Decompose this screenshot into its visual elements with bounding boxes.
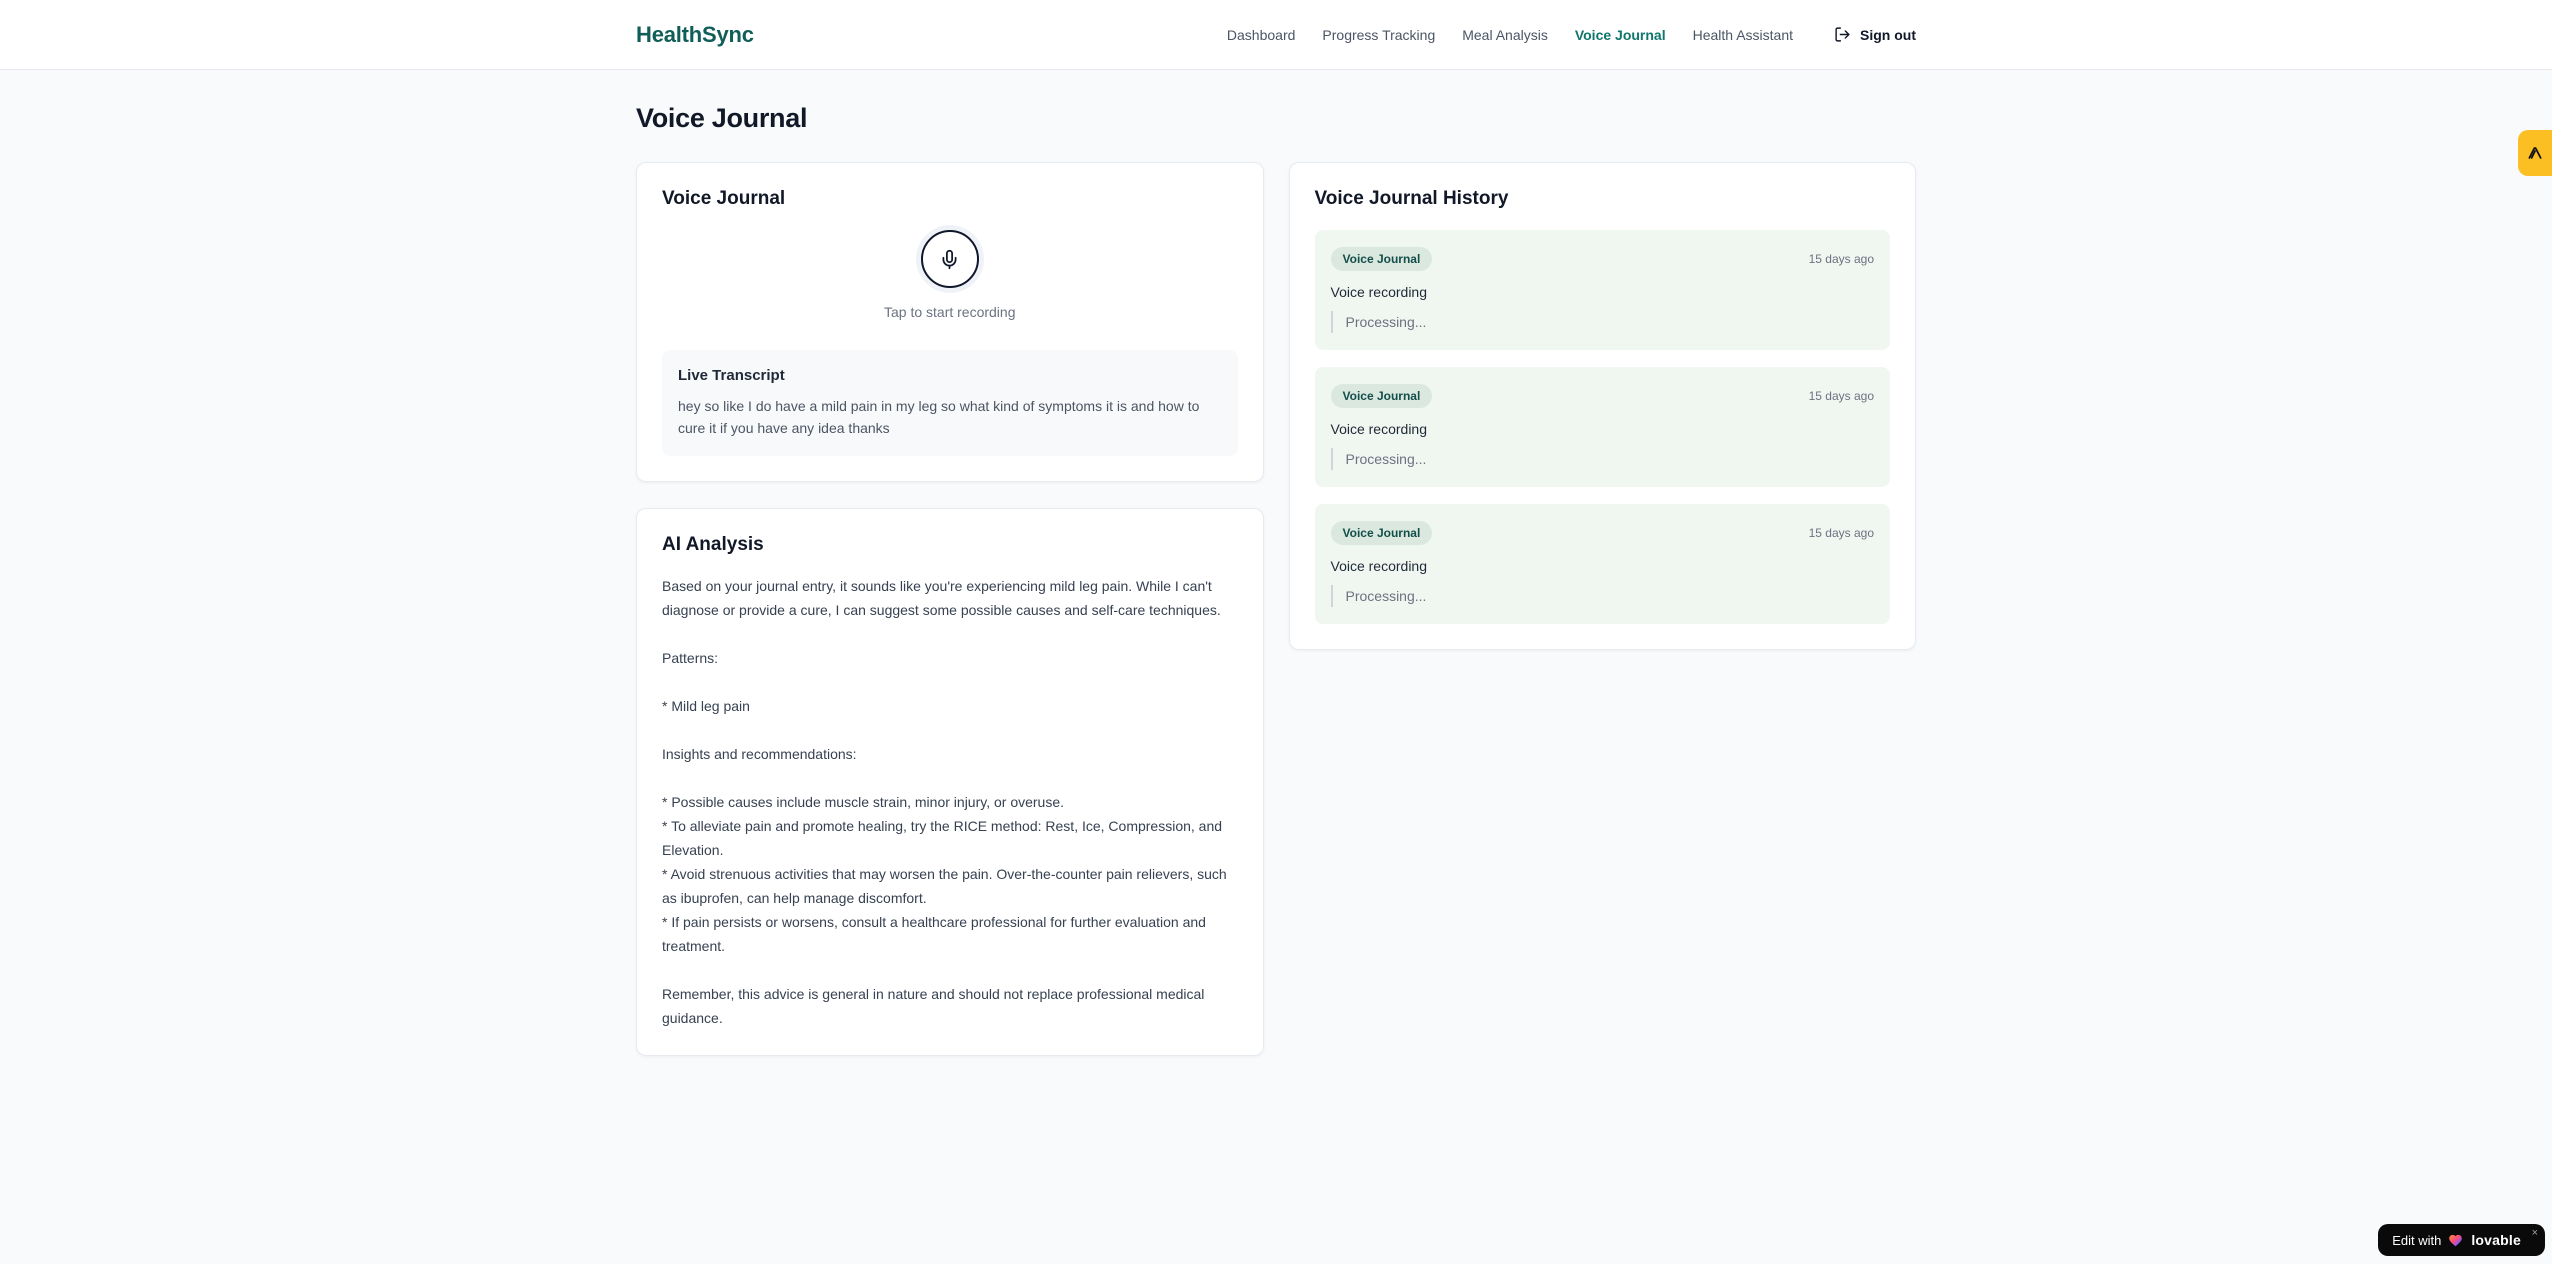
entry-status: Processing... xyxy=(1330,585,1875,607)
entry-type-badge: Voice Journal xyxy=(1330,384,1433,408)
entry-timestamp: 15 days ago xyxy=(1808,389,1874,403)
app-header: HealthSync Dashboard Progress Tracking M… xyxy=(0,0,2552,70)
left-column: Voice Journal Tap to start recording Liv… xyxy=(636,162,1264,1057)
entry-type-badge: Voice Journal xyxy=(1330,247,1433,271)
recorder-card-title: Voice Journal xyxy=(662,188,786,209)
entry-label: Voice recording xyxy=(1330,284,1428,300)
entry-header: Voice Journal 15 days ago xyxy=(1330,521,1874,545)
voice-recorder-card: Voice Journal Tap to start recording Liv… xyxy=(636,162,1264,483)
entry-status: Processing... xyxy=(1330,448,1875,470)
app-logo[interactable]: HealthSync xyxy=(636,22,754,48)
sign-out-label: Sign out xyxy=(1860,26,1916,43)
nav-item-progress-tracking[interactable]: Progress Tracking xyxy=(1322,27,1435,43)
nav-item-dashboard[interactable]: Dashboard xyxy=(1227,27,1296,43)
microphone-icon xyxy=(939,249,960,270)
record-hint: Tap to start recording xyxy=(883,304,1016,320)
nav-item-meal-analysis[interactable]: Meal Analysis xyxy=(1462,27,1548,43)
recording-area: Tap to start recording xyxy=(662,210,1238,326)
entry-header: Voice Journal 15 days ago xyxy=(1330,384,1874,408)
history-entry[interactable]: Voice Journal 15 days ago Voice recordin… xyxy=(1314,367,1890,487)
record-button[interactable] xyxy=(920,230,979,288)
lovable-peak-icon xyxy=(2526,144,2544,162)
entry-status: Processing... xyxy=(1330,311,1875,333)
side-panel-tab[interactable] xyxy=(2518,130,2552,176)
page-title: Voice Journal xyxy=(636,103,808,133)
sign-out-button[interactable]: Sign out xyxy=(1834,26,1916,43)
content-grid: Voice Journal Tap to start recording Liv… xyxy=(636,162,1916,1057)
nav-item-voice-journal[interactable]: Voice Journal xyxy=(1575,27,1666,43)
entry-timestamp: 15 days ago xyxy=(1808,526,1874,540)
live-transcript-box: Live Transcript hey so like I do have a … xyxy=(662,350,1238,457)
close-icon[interactable]: × xyxy=(2532,1227,2538,1239)
edit-with-lovable-badge[interactable]: Edit with lovable × xyxy=(2378,1224,2545,1256)
entry-label: Voice recording xyxy=(1330,558,1428,574)
transcript-title: Live Transcript xyxy=(678,367,785,384)
logout-icon xyxy=(1834,26,1851,43)
analysis-body: Based on your journal entry, it sounds l… xyxy=(662,578,1227,1027)
primary-nav: Dashboard Progress Tracking Meal Analysi… xyxy=(1227,26,1916,43)
lovable-brand: lovable xyxy=(2471,1232,2521,1248)
ai-analysis-card: AI Analysis Based on your journal entry,… xyxy=(636,508,1264,1057)
history-card-title: Voice Journal History xyxy=(1314,188,1509,209)
history-entry[interactable]: Voice Journal 15 days ago Voice recordin… xyxy=(1314,230,1890,350)
analysis-card-title: AI Analysis xyxy=(662,534,764,556)
transcript-text: hey so like I do have a mild pain in my … xyxy=(678,398,1200,437)
heart-icon xyxy=(2448,1233,2464,1248)
history-card: Voice Journal History Voice Journal 15 d… xyxy=(1288,162,1916,650)
entry-type-badge: Voice Journal xyxy=(1330,521,1433,545)
entry-label: Voice recording xyxy=(1330,421,1428,437)
right-column: Voice Journal History Voice Journal 15 d… xyxy=(1288,162,1916,650)
entry-timestamp: 15 days ago xyxy=(1808,252,1874,266)
main-content: Voice Journal Voice Journal Tap to start… xyxy=(636,70,1916,1057)
entry-header: Voice Journal 15 days ago xyxy=(1330,247,1874,271)
header-container: HealthSync Dashboard Progress Tracking M… xyxy=(636,22,1916,48)
lovable-prefix: Edit with xyxy=(2392,1232,2442,1248)
history-list: Voice Journal 15 days ago Voice recordin… xyxy=(1314,230,1890,624)
nav-item-health-assistant[interactable]: Health Assistant xyxy=(1693,27,1793,43)
history-entry[interactable]: Voice Journal 15 days ago Voice recordin… xyxy=(1314,504,1890,624)
